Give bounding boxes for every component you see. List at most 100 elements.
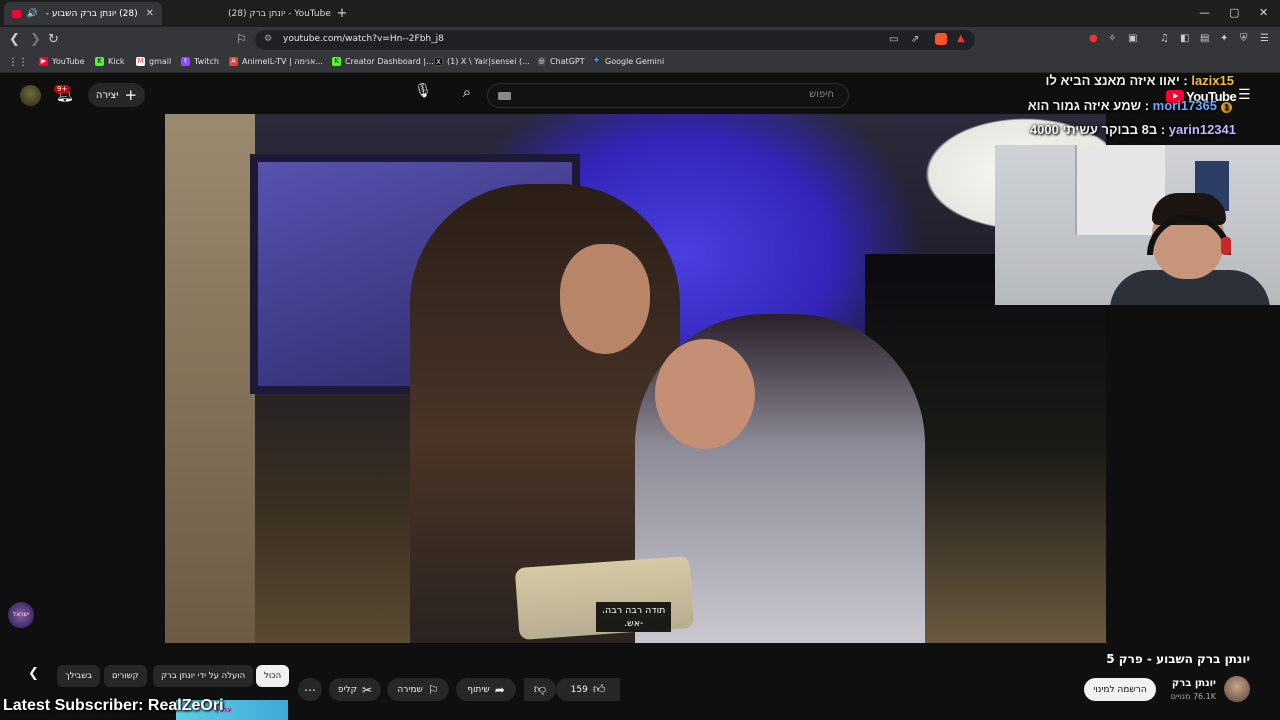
cast-icon[interactable]: ▭ <box>889 34 898 45</box>
new-tab-button[interactable]: + <box>332 2 352 25</box>
chat-message: 1mori17365 : שמע איזה גמור הוא <box>1028 98 1236 113</box>
maximize-icon[interactable]: ▢ <box>1229 6 1239 19</box>
tab-inactive[interactable]: (28) יונתן ברק - YouTube <box>166 2 336 25</box>
youtube-favicon-icon <box>12 9 21 18</box>
save-bookmark-icon: ⚐ <box>427 682 439 697</box>
back-icon[interactable]: ❮ <box>9 32 20 47</box>
channel-watermark-logo: ישראל <box>8 602 34 628</box>
address-bar[interactable]: ⚙ youtube.com/watch?v=Hn--2Fbh_j8 ▭ ⇗ ▲ <box>255 30 975 50</box>
chip-for-you[interactable]: בשבילך <box>57 665 101 687</box>
search-placeholder: חיפוש <box>809 89 834 100</box>
subscriber-count: 76.1K מנויים <box>1170 692 1216 701</box>
search-input[interactable]: חיפוש <box>487 83 849 108</box>
thumbs-up-icon: 👍︎ <box>592 682 606 696</box>
chip-related[interactable]: קשורים <box>104 665 147 687</box>
like-button[interactable]: 👍︎ 159 <box>556 678 620 701</box>
extensions-icon[interactable]: ✧ <box>1108 33 1116 44</box>
bookmark-chatgpt[interactable]: ◎ ChatGPT <box>537 57 585 66</box>
webcam-earcup <box>1221 237 1231 255</box>
like-count: 159 <box>570 684 588 695</box>
brave-rewards-icon[interactable]: ▲ <box>957 33 965 44</box>
x-icon: X <box>434 57 443 66</box>
sidebar-icon[interactable]: ◧ <box>1180 33 1189 44</box>
gemini-icon: ✦ <box>592 56 601 66</box>
minimize-icon[interactable]: — <box>1199 6 1210 19</box>
thumbs-down-icon: 👎︎ <box>533 682 547 696</box>
forward-icon[interactable]: ❯ <box>30 32 41 47</box>
chat-username: yarin12341 <box>1168 122 1236 137</box>
chip-all[interactable]: הכול <box>256 665 290 687</box>
tab-title: (28) יונתן ברק השבוע - פרק 5 <box>44 8 138 19</box>
url-text[interactable]: youtube.com/watch?v=Hn--2Fbh_j8 <box>283 34 444 44</box>
notifications-badge: 9+ <box>54 85 71 93</box>
vpn-icon[interactable]: ⛨ <box>1240 33 1248 44</box>
chat-text: יאוו איזה מאנצ הביא לו <box>1045 73 1180 88</box>
kick-icon: K <box>332 57 341 66</box>
bookmark-icon[interactable]: ⚐ <box>236 32 247 46</box>
video-player[interactable]: תודה רבה רבה. -אש. <box>165 114 1106 643</box>
more-actions-button[interactable]: ⋯ <box>298 678 322 701</box>
anime-icon: A <box>229 57 238 66</box>
tab-close-icon[interactable]: ✕ <box>146 8 154 19</box>
more-horizontal-icon: ⋯ <box>304 682 316 697</box>
chat-text: ב8 בבוקר עשיתי 4000 <box>1029 122 1158 137</box>
keyboard-icon[interactable] <box>498 92 511 100</box>
tab-title: (28) יונתן ברק - YouTube <box>228 8 331 19</box>
bookmark-kick[interactable]: K Kick <box>95 57 125 66</box>
clip-button[interactable]: ✂ קליפ <box>329 678 381 701</box>
dislike-button[interactable]: 👎︎ <box>524 678 556 701</box>
chip-uploaded-by[interactable]: הועלה על ידי יונתן ברק <box>153 665 254 687</box>
bookmark-gemini[interactable]: ✦ Google Gemini <box>592 56 664 67</box>
guide-menu-icon[interactable]: ☰ <box>1238 87 1251 103</box>
chat-message: lazix15 : יאוו איזה מאנצ הביא לו <box>1045 73 1234 88</box>
speaker-icon[interactable]: 🔊 <box>27 9 38 19</box>
save-button[interactable]: ⚐ שמירה <box>387 678 449 701</box>
bookmark-creator-dashboard[interactable]: K Creator Dashboard |... <box>332 57 434 66</box>
video-scene-face <box>655 339 755 449</box>
subtitle-line: תודה רבה רבה. <box>602 605 666 616</box>
tab-active[interactable]: 🔊 (28) יונתן ברק השבוע - פרק 5 ✕ <box>4 2 162 25</box>
chat-text: שמע איזה גמור הוא <box>1027 98 1142 113</box>
wallet-icon[interactable]: ▣ <box>1128 33 1137 44</box>
streamer-webcam <box>995 145 1280 305</box>
music-icon[interactable]: ♫ <box>1160 33 1169 44</box>
record-icon[interactable]: ● <box>1089 33 1098 44</box>
site-info-icon[interactable]: ⚙ <box>264 34 272 44</box>
voice-search-icon[interactable]: 🎙︎ <box>410 83 436 108</box>
channel-name[interactable]: יונתן ברק <box>1172 678 1216 689</box>
video-title: יונתן ברק השבוע - פרק 5 <box>1106 652 1250 666</box>
menu-icon[interactable]: ☰ <box>1260 33 1269 44</box>
share-button[interactable]: ➦ שיתוף <box>456 678 516 701</box>
share-page-icon[interactable]: ⇗ <box>911 34 919 45</box>
gmail-icon: M <box>136 57 145 66</box>
video-scene-face <box>560 244 650 354</box>
plus-icon: + <box>124 86 138 104</box>
apps-grid-icon[interactable]: ⋮⋮ <box>8 57 28 68</box>
brave-shield-icon[interactable] <box>935 33 947 45</box>
wallet-alt-icon[interactable]: ▤ <box>1200 33 1209 44</box>
leo-ai-icon[interactable]: ✦ <box>1220 33 1228 44</box>
youtube-icon: ▶ <box>39 57 48 66</box>
scissors-icon: ✂ <box>362 682 373 697</box>
reload-icon[interactable]: ↻ <box>48 32 59 47</box>
channel-avatar[interactable] <box>1224 676 1250 702</box>
close-window-icon[interactable]: ✕ <box>1259 6 1268 19</box>
share-icon: ➦ <box>494 682 505 697</box>
bookmark-gmail[interactable]: Mgmail <box>136 57 171 66</box>
subscribe-button[interactable]: הרשמה למינוי <box>1084 678 1156 701</box>
video-scene-wall <box>165 114 255 643</box>
chat-username: mori17365 <box>1152 98 1217 113</box>
create-button[interactable]: יצירה + <box>88 83 145 107</box>
account-avatar[interactable] <box>20 85 41 106</box>
bookmark-anime[interactable]: A AnimelL-TV | אנימה... <box>229 57 323 66</box>
create-label: יצירה <box>95 89 119 101</box>
bookmark-x[interactable]: X (1) X \ Yair|sensei (... <box>434 57 530 66</box>
search-icon[interactable]: ⌕ <box>452 83 482 108</box>
browser-tab-bar: 🔊 (28) יונתן ברק השבוע - פרק 5 ✕ (28) יו… <box>0 0 1280 27</box>
bookmark-twitch[interactable]: t Twitch <box>181 57 219 66</box>
bookmark-youtube[interactable]: ▶ YouTube <box>39 57 85 66</box>
video-subtitles: תודה רבה רבה. -אש. <box>596 602 672 632</box>
chat-message: yarin12341 : ב8 בבוקר עשיתי 4000 <box>1029 122 1236 137</box>
subtitle-line: -אש. <box>623 618 644 629</box>
chips-prev-icon[interactable]: ❮ <box>28 666 39 681</box>
